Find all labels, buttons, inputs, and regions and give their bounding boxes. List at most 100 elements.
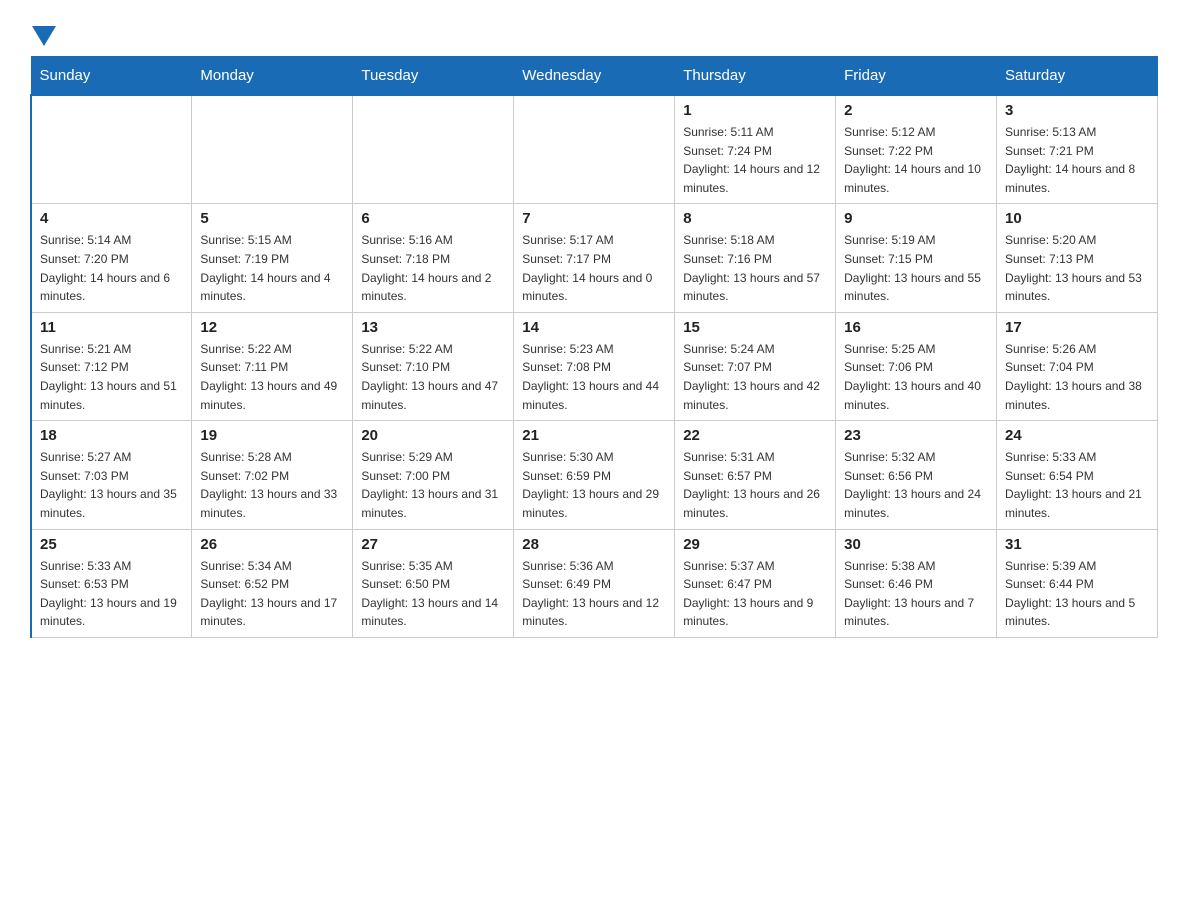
- calendar-cell: 11Sunrise: 5:21 AMSunset: 7:12 PMDayligh…: [31, 312, 192, 420]
- calendar-cell: 15Sunrise: 5:24 AMSunset: 7:07 PMDayligh…: [675, 312, 836, 420]
- calendar-cell: 27Sunrise: 5:35 AMSunset: 6:50 PMDayligh…: [353, 529, 514, 637]
- day-number: 24: [1005, 427, 1149, 444]
- calendar-cell: 29Sunrise: 5:37 AMSunset: 6:47 PMDayligh…: [675, 529, 836, 637]
- day-number: 31: [1005, 536, 1149, 553]
- calendar-cell: 9Sunrise: 5:19 AMSunset: 7:15 PMDaylight…: [836, 204, 997, 312]
- calendar-cell: 2 Sunrise: 5:12 AMSunset: 7:22 PMDaylight…: [836, 95, 997, 204]
- day-number: 6: [361, 210, 505, 227]
- day-info: Sunrise: 5:12 AMSunset: 7:22 PMDaylight:…: [844, 123, 988, 197]
- weekday-header-wednesday: Wednesday: [514, 57, 675, 96]
- day-number: 2: [844, 102, 988, 119]
- calendar-table: SundayMondayTuesdayWednesdayThursdayFrid…: [30, 56, 1158, 638]
- calendar-cell: 12 Sunrise: 5:22 AMSunset: 7:11 PMDayligh…: [192, 312, 353, 420]
- day-number: 14: [522, 319, 666, 336]
- calendar-cell: 10 Sunrise: 5:20 AMSunset: 7:13 PMDayligh…: [997, 204, 1158, 312]
- day-info: Sunrise: 5:22 AMSunset: 7:11 PMDaylight:…: [200, 340, 344, 414]
- day-number: 28: [522, 536, 666, 553]
- weekday-header-tuesday: Tuesday: [353, 57, 514, 96]
- day-info: Sunrise: 5:36 AMSunset: 6:49 PMDaylight:…: [522, 557, 666, 631]
- day-info: Sunrise: 5:26 AMSunset: 7:04 PMDaylight:…: [1005, 340, 1149, 414]
- calendar-cell: 16 Sunrise: 5:25 AMSunset: 7:06 PMDayligh…: [836, 312, 997, 420]
- day-info: Sunrise: 5:20 AMSunset: 7:13 PMDaylight:…: [1005, 231, 1149, 305]
- calendar-cell: 5 Sunrise: 5:15 AMSunset: 7:19 PMDaylight…: [192, 204, 353, 312]
- weekday-header-thursday: Thursday: [675, 57, 836, 96]
- calendar-cell: 4 Sunrise: 5:14 AMSunset: 7:20 PMDaylight…: [31, 204, 192, 312]
- day-info: Sunrise: 5:25 AMSunset: 7:06 PMDaylight:…: [844, 340, 988, 414]
- day-number: 26: [200, 536, 344, 553]
- day-info: Sunrise: 5:27 AMSunset: 7:03 PMDaylight:…: [40, 448, 183, 522]
- calendar-cell: 19 Sunrise: 5:28 AMSunset: 7:02 PMDayligh…: [192, 421, 353, 529]
- calendar-cell: 14Sunrise: 5:23 AMSunset: 7:08 PMDayligh…: [514, 312, 675, 420]
- calendar-cell: 6 Sunrise: 5:16 AMSunset: 7:18 PMDaylight…: [353, 204, 514, 312]
- day-info: Sunrise: 5:30 AMSunset: 6:59 PMDaylight:…: [522, 448, 666, 522]
- day-info: Sunrise: 5:18 AMSunset: 7:16 PMDaylight:…: [683, 231, 827, 305]
- calendar-cell: 17 Sunrise: 5:26 AMSunset: 7:04 PMDayligh…: [997, 312, 1158, 420]
- day-info: Sunrise: 5:19 AMSunset: 7:15 PMDaylight:…: [844, 231, 988, 305]
- day-info: Sunrise: 5:16 AMSunset: 7:18 PMDaylight:…: [361, 231, 505, 305]
- calendar-week-3: 11Sunrise: 5:21 AMSunset: 7:12 PMDayligh…: [31, 312, 1158, 420]
- calendar-cell: 25 Sunrise: 5:33 AMSunset: 6:53 PMDayligh…: [31, 529, 192, 637]
- day-number: 4: [40, 210, 183, 227]
- calendar-cell: 1 Sunrise: 5:11 AMSunset: 7:24 PMDaylight…: [675, 95, 836, 204]
- day-info: Sunrise: 5:15 AMSunset: 7:19 PMDaylight:…: [200, 231, 344, 305]
- day-number: 12: [200, 319, 344, 336]
- calendar-cell: 23Sunrise: 5:32 AMSunset: 6:56 PMDayligh…: [836, 421, 997, 529]
- calendar-cell: [192, 95, 353, 204]
- day-number: 21: [522, 427, 666, 444]
- day-number: 13: [361, 319, 505, 336]
- day-number: 7: [522, 210, 666, 227]
- calendar-week-1: 1 Sunrise: 5:11 AMSunset: 7:24 PMDaylight…: [31, 95, 1158, 204]
- page-header: [30, 20, 1158, 46]
- weekday-header-sunday: Sunday: [31, 57, 192, 96]
- logo: [30, 20, 56, 46]
- day-number: 25: [40, 536, 183, 553]
- day-info: Sunrise: 5:31 AMSunset: 6:57 PMDaylight:…: [683, 448, 827, 522]
- day-number: 18: [40, 427, 183, 444]
- calendar-cell: 26 Sunrise: 5:34 AMSunset: 6:52 PMDayligh…: [192, 529, 353, 637]
- calendar-cell: 13 Sunrise: 5:22 AMSunset: 7:10 PMDayligh…: [353, 312, 514, 420]
- calendar-cell: [31, 95, 192, 204]
- day-info: Sunrise: 5:38 AMSunset: 6:46 PMDaylight:…: [844, 557, 988, 631]
- logo-triangle-icon: [32, 26, 56, 46]
- day-info: Sunrise: 5:32 AMSunset: 6:56 PMDaylight:…: [844, 448, 988, 522]
- calendar-cell: 7 Sunrise: 5:17 AMSunset: 7:17 PMDaylight…: [514, 204, 675, 312]
- calendar-week-4: 18 Sunrise: 5:27 AMSunset: 7:03 PMDayligh…: [31, 421, 1158, 529]
- day-number: 27: [361, 536, 505, 553]
- day-number: 17: [1005, 319, 1149, 336]
- weekday-header-saturday: Saturday: [997, 57, 1158, 96]
- weekday-header-monday: Monday: [192, 57, 353, 96]
- calendar-cell: 21 Sunrise: 5:30 AMSunset: 6:59 PMDayligh…: [514, 421, 675, 529]
- day-info: Sunrise: 5:22 AMSunset: 7:10 PMDaylight:…: [361, 340, 505, 414]
- day-info: Sunrise: 5:13 AMSunset: 7:21 PMDaylight:…: [1005, 123, 1149, 197]
- day-info: Sunrise: 5:24 AMSunset: 7:07 PMDaylight:…: [683, 340, 827, 414]
- calendar-cell: 30Sunrise: 5:38 AMSunset: 6:46 PMDayligh…: [836, 529, 997, 637]
- day-info: Sunrise: 5:28 AMSunset: 7:02 PMDaylight:…: [200, 448, 344, 522]
- day-info: Sunrise: 5:17 AMSunset: 7:17 PMDaylight:…: [522, 231, 666, 305]
- day-info: Sunrise: 5:11 AMSunset: 7:24 PMDaylight:…: [683, 123, 827, 197]
- day-number: 5: [200, 210, 344, 227]
- day-number: 10: [1005, 210, 1149, 227]
- day-info: Sunrise: 5:37 AMSunset: 6:47 PMDaylight:…: [683, 557, 827, 631]
- day-number: 19: [200, 427, 344, 444]
- day-number: 22: [683, 427, 827, 444]
- weekday-header-friday: Friday: [836, 57, 997, 96]
- calendar-week-5: 25 Sunrise: 5:33 AMSunset: 6:53 PMDayligh…: [31, 529, 1158, 637]
- calendar-week-2: 4 Sunrise: 5:14 AMSunset: 7:20 PMDaylight…: [31, 204, 1158, 312]
- day-info: Sunrise: 5:33 AMSunset: 6:53 PMDaylight:…: [40, 557, 183, 631]
- day-number: 1: [683, 102, 827, 119]
- day-number: 3: [1005, 102, 1149, 119]
- calendar-cell: 31 Sunrise: 5:39 AMSunset: 6:44 PMDayligh…: [997, 529, 1158, 637]
- calendar-cell: [514, 95, 675, 204]
- calendar-cell: 20Sunrise: 5:29 AMSunset: 7:00 PMDayligh…: [353, 421, 514, 529]
- weekday-header-row: SundayMondayTuesdayWednesdayThursdayFrid…: [31, 57, 1158, 96]
- calendar-cell: 22 Sunrise: 5:31 AMSunset: 6:57 PMDayligh…: [675, 421, 836, 529]
- day-info: Sunrise: 5:14 AMSunset: 7:20 PMDaylight:…: [40, 231, 183, 305]
- calendar-cell: [353, 95, 514, 204]
- day-info: Sunrise: 5:34 AMSunset: 6:52 PMDaylight:…: [200, 557, 344, 631]
- day-number: 8: [683, 210, 827, 227]
- day-info: Sunrise: 5:39 AMSunset: 6:44 PMDaylight:…: [1005, 557, 1149, 631]
- calendar-cell: 24Sunrise: 5:33 AMSunset: 6:54 PMDayligh…: [997, 421, 1158, 529]
- calendar-cell: 8 Sunrise: 5:18 AMSunset: 7:16 PMDaylight…: [675, 204, 836, 312]
- day-number: 16: [844, 319, 988, 336]
- calendar-cell: 18 Sunrise: 5:27 AMSunset: 7:03 PMDayligh…: [31, 421, 192, 529]
